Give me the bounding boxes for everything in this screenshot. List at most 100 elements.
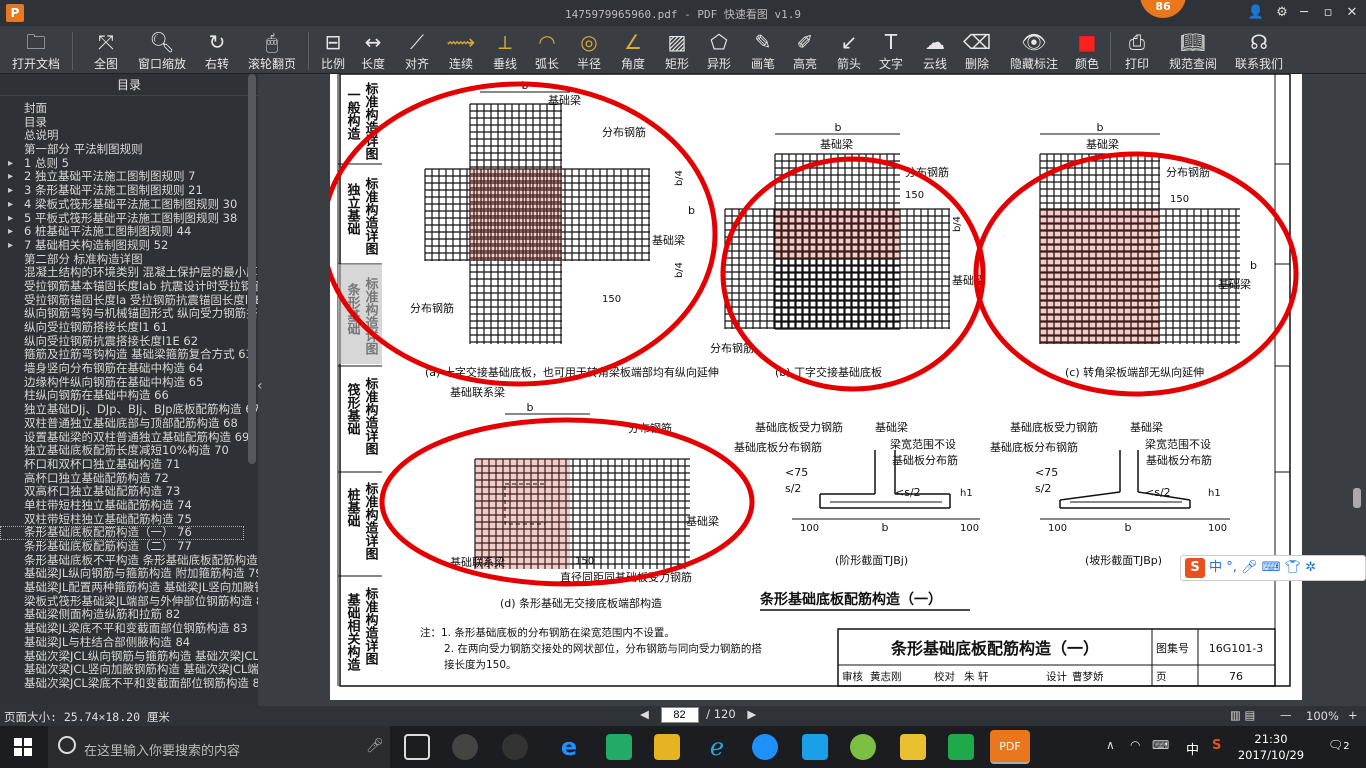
toc-item[interactable]: 独立基础底板配筋长度减短10%构造 70 (0, 444, 258, 458)
angle-button[interactable]: ∠ 角度 (618, 29, 648, 73)
vertical-scrollbar[interactable] (1353, 488, 1361, 508)
ime-toolbar[interactable]: S 中 °, 🎤︎ ⌨ 👕︎ ✲ (1180, 555, 1366, 581)
toc-item[interactable]: 基础梁JL配置两种箍筋构造 基础梁JL竖向加腋钢筋构造 80 (0, 581, 258, 595)
spec-lookup-button[interactable]: 📖︎ 规范查阅 (1166, 29, 1220, 73)
toc-item[interactable]: 柱纵向钢筋在基础中构造 66 (0, 389, 258, 403)
zoom-out-icon[interactable]: — (1280, 708, 1292, 722)
toc-item[interactable]: 受拉钢筋锚固长度la 受拉钢筋抗震锚固长度laE 58 (0, 294, 258, 308)
plus-app-icon[interactable] (802, 734, 828, 760)
toc-item[interactable]: 基础梁侧面构造纵筋和拉筋 82 (0, 608, 258, 622)
toc-item[interactable]: 条形基础底板不平构造 条形基础底板配筋构造 78 (0, 554, 258, 568)
notes-app-icon[interactable] (900, 734, 926, 760)
toc-item[interactable]: 箍筋及拉筋弯钩构造 基础梁箍筋复合方式 63 (0, 348, 258, 362)
rect-button[interactable]: ▨ 矩形 (662, 29, 692, 73)
toc-item[interactable]: 封面 (0, 102, 258, 116)
page-number-input[interactable] (660, 707, 699, 723)
fit-page-button[interactable]: ⤧ 全图 (88, 29, 124, 73)
toc-item[interactable]: 杯口和双杯口独立基础构造 71 (0, 458, 258, 472)
taskbar-search-box[interactable]: 在这里输入你要搜索的内容 🎤︎ (48, 726, 390, 768)
edge-icon[interactable]: e (556, 734, 582, 760)
rotate-right-button[interactable]: ↻ 右转 (200, 29, 234, 73)
cloud-button[interactable]: ☁ 云线 (920, 29, 950, 73)
highlight-button[interactable]: ✐ 高亮 (790, 29, 820, 73)
minimize-button[interactable]: ─ (1294, 3, 1314, 23)
wheel-page-button[interactable]: 🖱︎ 滚轮翻页 (244, 29, 300, 73)
toc-item[interactable]: 混凝土结构的环境类别 混凝土保护层的最小厚度 56 (0, 266, 258, 280)
notification-center-icon[interactable]: 🗨︎2 (1328, 738, 1350, 752)
arrow-button[interactable]: ↙ 箭头 (834, 29, 864, 73)
color-button[interactable]: ■ 颜色 (1072, 29, 1102, 73)
toc-item[interactable]: 双高杯口独立基础配筋构造 73 (0, 485, 258, 499)
delete-button[interactable]: ⌫ 删除 (962, 29, 992, 73)
sogou-tray-icon[interactable]: S (1212, 738, 1221, 753)
toc-item[interactable]: 7 基础相关构造制图规则 52 (0, 239, 258, 253)
continuous-button[interactable]: ⟿ 连续 (446, 29, 476, 73)
polygon-button[interactable]: ⬠ 异形 (704, 29, 734, 73)
toc-item[interactable]: 条形基础底板配筋构造（二） 77 (0, 540, 258, 554)
toc-item[interactable]: 3 条形基础平法施工图制图规则 21 (0, 184, 258, 198)
toc-item[interactable]: 2 独立基础平法施工图制图规则 7 (0, 170, 258, 184)
toc-item[interactable]: 纵向受拉钢筋抗震搭接长度l1E 62 (0, 335, 258, 349)
toc-item[interactable]: 双柱普通独立基础底部与顶部配筋构造 68 (0, 417, 258, 431)
tray-chevron-icon[interactable]: ∧ (1106, 738, 1115, 752)
sidebar-scrollbar[interactable] (248, 74, 256, 464)
pen-button[interactable]: ✎ 画笔 (748, 29, 778, 73)
view-mode-icon[interactable]: ▥ ▤ (1230, 708, 1255, 722)
toc-item[interactable]: 1 总则 5 (0, 157, 258, 171)
toc-item[interactable]: 纵向受拉钢筋搭接长度l1 61 (0, 321, 258, 335)
window-zoom-button[interactable]: 🔍︎ 窗口缩放 (134, 29, 190, 73)
document-view[interactable]: 一般构造标准构造详图独立基础标准构造详图条形基础标准构造详图筏形基础标准构造详图… (266, 74, 1366, 706)
toc-item[interactable]: 设置基础梁的双柱普通独立基础配筋构造 69 (0, 431, 258, 445)
settings-icon[interactable]: ⚙ (1272, 3, 1292, 23)
swirl-app-icon[interactable] (502, 734, 528, 760)
pdf-viewer-task-icon[interactable]: PDF (990, 730, 1030, 764)
hide-marks-button[interactable]: 👁︎ 隐藏标注 (1006, 29, 1062, 73)
toc-item[interactable]: 受拉钢筋基本锚固长度lab 抗震设计时受拉钢筋基本锚固长度labE 57 (0, 280, 258, 294)
zoom-level[interactable]: 100% (1306, 709, 1339, 723)
toc-item[interactable]: 基础梁JL梁底不平和变截面部位钢筋构造 83 (0, 622, 258, 636)
perpendicular-button[interactable]: ⟂ 垂线 (490, 29, 520, 73)
toc-item[interactable]: 总说明 (0, 129, 258, 143)
toc-item[interactable]: 第一部分 平法制图规则 (0, 143, 258, 157)
prev-page-icon[interactable]: ◀ (640, 707, 649, 721)
toc-item[interactable]: 基础次梁JCL纵向钢筋与箍筋构造 基础次梁JCL配置两种箍筋构造 85 (0, 650, 258, 664)
g-app-icon[interactable] (752, 734, 778, 760)
toc-item[interactable]: 独立基础DJj、DJp、BJj、BJp底板配筋构造 67 (0, 403, 258, 417)
toc-item[interactable]: 高杯口独立基础配筋构造 72 (0, 472, 258, 486)
open-doc-button[interactable]: 🗀 打开文档 (8, 29, 64, 73)
explorer-icon[interactable] (654, 734, 680, 760)
radius-button[interactable]: ◎ 半径 (574, 29, 604, 73)
toc-item[interactable]: 5 平板式筏形基础平法施工图制图规则 38 (0, 212, 258, 226)
arc-length-button[interactable]: ◠ 弧长 (532, 29, 562, 73)
toc-item[interactable]: 单柱带短柱独立基础配筋构造 74 (0, 499, 258, 513)
maximize-button[interactable]: ▫ (1318, 3, 1338, 23)
print-button[interactable]: ⎙ 打印 (1122, 29, 1152, 73)
toc-item[interactable]: 边缘构件纵向钢筋在基础中构造 65 (0, 376, 258, 390)
user-icon[interactable]: 👤 (1246, 3, 1266, 23)
toc-item[interactable]: 条形基础底板配筋构造（一） 76 (0, 526, 244, 540)
text-button[interactable]: T 文字 (876, 29, 906, 73)
scale-button[interactable]: ⊟ 比例 (318, 29, 348, 73)
refresh-app-icon[interactable] (850, 734, 876, 760)
wifi-icon[interactable]: ◠ (1130, 738, 1140, 752)
toc-item[interactable]: 基础次梁JCL竖向加腋钢筋构造 基础次梁JCL端部外伸部位钢筋构造 86 (0, 663, 258, 677)
next-page-icon[interactable]: ▶ (747, 707, 756, 721)
zoom-in-icon[interactable]: + (1348, 708, 1358, 722)
toc-item[interactable]: 基础次梁JCL梁底不平和变截面部位钢筋构造 87 (0, 677, 258, 691)
task-view-icon[interactable] (404, 734, 430, 760)
align-button[interactable]: ⟋ 对齐 (402, 29, 432, 73)
store-icon[interactable] (606, 734, 632, 760)
toc-item[interactable]: 第二部分 标准构造详图 (0, 253, 258, 267)
toc-item[interactable]: 基础梁JL纵向钢筋与箍筋构造 附加箍筋构造 79 (0, 567, 258, 581)
close-button[interactable]: ✕ (1342, 3, 1362, 23)
tray-ime[interactable]: 中 (1186, 739, 1199, 758)
toc-item[interactable]: 基础梁JL与柱结合部侧腋构造 84 (0, 636, 258, 650)
contact-us-button[interactable]: ☊ 联系我们 (1232, 29, 1286, 73)
toc-item[interactable]: 墙身竖向分布钢筋在基础中构造 64 (0, 362, 258, 376)
h-app-icon[interactable] (948, 734, 974, 760)
toc-item[interactable]: 双柱带短柱独立基础配筋构造 75 (0, 513, 258, 527)
windows-start-icon[interactable] (14, 738, 32, 756)
ie-icon[interactable]: ℯ (704, 734, 730, 760)
toc-item[interactable]: 梁板式筏形基础梁JL端部与外伸部位钢筋构造 81 (0, 595, 258, 609)
clock[interactable]: 21:30 2017/10/29 (1236, 731, 1306, 763)
